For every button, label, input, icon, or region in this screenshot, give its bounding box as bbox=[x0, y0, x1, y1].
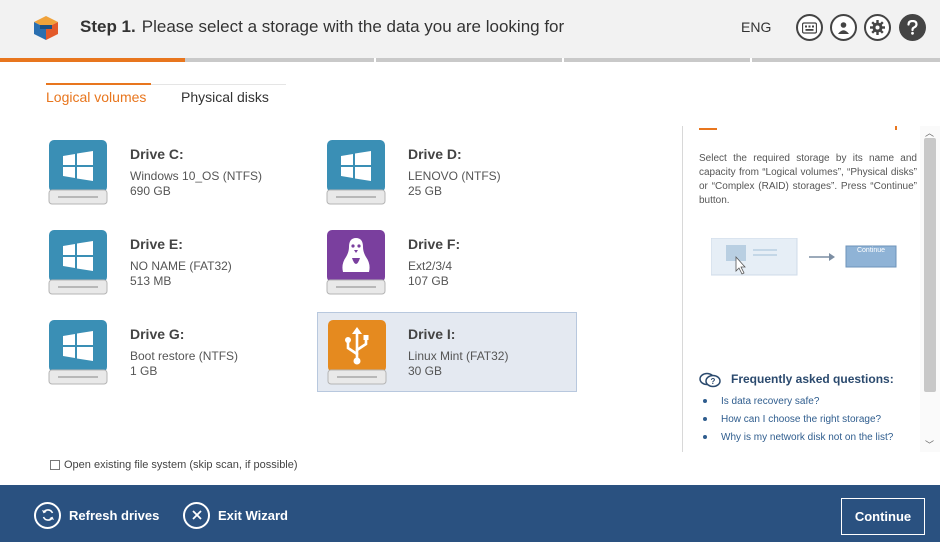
drive-item-e[interactable]: Drive E: NO NAME (FAT32) 513 MB bbox=[48, 230, 308, 310]
keyboard-icon bbox=[802, 21, 817, 34]
usb-drive-icon bbox=[327, 320, 387, 385]
drive-filesystem: Linux Mint (FAT32) bbox=[408, 349, 509, 363]
drive-size: 1 GB bbox=[130, 364, 158, 378]
drive-filesystem: NO NAME (FAT32) bbox=[130, 259, 232, 273]
checkbox-label: Open existing file system (skip scan, if… bbox=[64, 459, 298, 471]
drive-name: Drive C: bbox=[130, 146, 184, 162]
faq-title: Frequently asked questions: bbox=[731, 372, 894, 386]
windows-drive-icon bbox=[48, 140, 108, 205]
svg-text:?: ? bbox=[711, 377, 716, 386]
bullet-icon bbox=[703, 417, 707, 422]
exit-wizard-label: Exit Wizard bbox=[218, 507, 288, 523]
windows-drive-icon bbox=[48, 320, 108, 385]
drive-item-g[interactable]: Drive G: Boot restore (NTFS) 1 GB bbox=[48, 320, 308, 400]
refresh-drives-button[interactable]: Refresh drives bbox=[34, 501, 159, 529]
drive-name: Drive D: bbox=[408, 146, 462, 162]
drive-size: 690 GB bbox=[130, 184, 171, 198]
close-icon bbox=[183, 501, 210, 529]
progress-divider bbox=[750, 58, 752, 62]
user-button[interactable] bbox=[830, 14, 857, 41]
continue-button[interactable]: Continue bbox=[841, 498, 925, 535]
page-title: Step 1. Please select a storage with the … bbox=[80, 17, 564, 37]
panel-accent-line bbox=[699, 126, 717, 130]
drive-name: Drive I: bbox=[408, 326, 456, 342]
settings-button[interactable] bbox=[864, 14, 891, 41]
tab-physical-disks[interactable]: Physical disks bbox=[181, 89, 269, 105]
faq-link[interactable]: Is data recovery safe? bbox=[703, 396, 819, 407]
drive-name: Drive G: bbox=[130, 326, 185, 342]
drive-filesystem: LENOVO (NTFS) bbox=[408, 169, 501, 183]
app-logo-icon bbox=[34, 16, 58, 40]
continue-illustration bbox=[711, 238, 897, 276]
drive-filesystem: Boot restore (NTFS) bbox=[130, 349, 239, 363]
faq-link-text: Is data recovery safe? bbox=[721, 396, 820, 407]
drive-size: 107 GB bbox=[408, 274, 449, 288]
drive-item-c[interactable]: Drive C: Windows 10_OS (NTFS) 690 GB bbox=[48, 140, 308, 220]
refresh-icon bbox=[34, 501, 61, 529]
help-icon bbox=[907, 20, 918, 35]
drive-item-d[interactable]: Drive D: LENOVO (NTFS) 25 GB bbox=[326, 140, 586, 220]
help-panel: Select the required storage by its name … bbox=[682, 126, 940, 452]
open-existing-fs-checkbox[interactable] bbox=[50, 460, 60, 470]
drive-size: 513 MB bbox=[130, 274, 172, 288]
windows-drive-icon bbox=[48, 230, 108, 295]
refresh-drives-label: Refresh drives bbox=[69, 507, 160, 523]
progress-divider bbox=[562, 58, 564, 62]
scroll-down-icon[interactable]: ﹀ bbox=[925, 438, 934, 451]
faq-link[interactable]: Why is my network disk not on the list? bbox=[703, 432, 893, 443]
drive-size: 25 GB bbox=[408, 184, 443, 198]
gear-icon bbox=[870, 20, 885, 35]
drive-filesystem: Windows 10_OS (NTFS) bbox=[130, 169, 263, 183]
drive-size: 30 GB bbox=[408, 364, 443, 378]
wizard-progress-bar bbox=[0, 58, 940, 62]
faq-link-text: Why is my network disk not on the list? bbox=[721, 432, 894, 443]
windows-drive-icon bbox=[326, 140, 386, 205]
drive-item-i[interactable]: Drive I: Linux Mint (FAT32) 30 GB bbox=[317, 312, 577, 392]
help-button[interactable] bbox=[899, 14, 926, 41]
step-label: Step 1. bbox=[80, 17, 136, 36]
user-icon bbox=[838, 22, 849, 34]
faq-link[interactable]: How can I choose the right storage? bbox=[703, 414, 881, 425]
illustration-continue-label: Continue bbox=[856, 247, 886, 254]
help-panel-scrollbar[interactable]: ︿ ﹀ bbox=[920, 126, 940, 452]
open-existing-fs-option[interactable]: Open existing file system (skip scan, if… bbox=[50, 459, 298, 471]
drive-name: Drive F: bbox=[408, 236, 461, 252]
tabs-divider bbox=[151, 84, 286, 85]
drive-item-f[interactable]: Drive F: Ext2/3/4 107 GB bbox=[326, 230, 586, 310]
panel-accent-mark bbox=[895, 126, 897, 130]
bullet-icon bbox=[703, 435, 707, 440]
faq-icon: ? bbox=[699, 372, 721, 388]
progress-divider bbox=[374, 58, 376, 62]
recovery-wizard-window: Step 1. Please select a storage with the … bbox=[0, 0, 940, 542]
scrollbar-thumb[interactable] bbox=[924, 138, 936, 392]
tab-logical-volumes[interactable]: Logical volumes bbox=[46, 89, 146, 105]
progress-fill bbox=[0, 58, 185, 62]
linux-drive-icon bbox=[326, 230, 386, 295]
faq-link-text: How can I choose the right storage? bbox=[721, 414, 882, 425]
step-title: Please select a storage with the data yo… bbox=[141, 17, 565, 36]
help-text: Select the required storage by its name … bbox=[699, 153, 917, 206]
bullet-icon bbox=[703, 399, 707, 404]
drive-name: Drive E: bbox=[130, 236, 183, 252]
drive-filesystem: Ext2/3/4 bbox=[408, 259, 453, 273]
keyboard-button[interactable] bbox=[796, 14, 823, 41]
active-tab-indicator bbox=[46, 83, 151, 85]
header-bar: Step 1. Please select a storage with the … bbox=[0, 0, 940, 58]
footer-bar: Refresh drives Exit Wizard bbox=[0, 485, 940, 542]
language-selector[interactable]: ENG bbox=[741, 19, 771, 35]
exit-wizard-button[interactable]: Exit Wizard bbox=[183, 501, 288, 529]
